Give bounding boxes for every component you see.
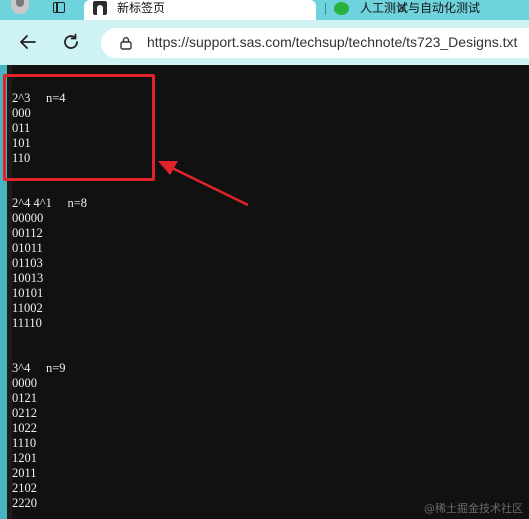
design-block: 3^4 n=9 0000 0121 0212 1022 1110 1201 20… <box>12 361 66 511</box>
browser-toolbar: https://support.sas.com/techsup/technote… <box>0 20 529 65</box>
tab-separator <box>325 3 326 15</box>
design-row: 1110 <box>12 436 37 450</box>
design-row: 2102 <box>12 481 37 495</box>
tab-strip: 新标签页 × 人工测试与自动化测试 <box>0 0 529 20</box>
address-bar[interactable]: https://support.sas.com/techsup/technote… <box>101 28 529 58</box>
design-row: 1022 <box>12 421 37 435</box>
tab-favicon-icon <box>334 1 349 15</box>
design-row: 00000 <box>12 211 44 225</box>
design-row: 0000 <box>12 376 37 390</box>
lock-icon[interactable] <box>119 36 133 50</box>
reload-icon <box>64 33 78 49</box>
design-header: 3^4 n=9 <box>12 361 66 375</box>
tab-new-tab[interactable]: 新标签页 × <box>84 0 408 20</box>
design-row: 10101 <box>12 286 44 300</box>
profile-avatar[interactable] <box>11 0 29 14</box>
tab-label: 人工测试与自动化测试 <box>360 0 481 15</box>
reload-button[interactable] <box>60 31 82 53</box>
design-row: 2220 <box>12 496 37 510</box>
annotation-arrow-icon <box>158 161 249 207</box>
design-row: 11110 <box>12 316 42 330</box>
watermark: @稀土掘金技术社区 <box>424 502 523 515</box>
tab-label: 新标签页 <box>117 0 166 15</box>
design-row: 11002 <box>12 301 43 315</box>
page-viewport: 2^3 n=4 000 011 101 110 2^4 4^1 n=8 0000… <box>0 65 529 519</box>
design-row: 01011 <box>12 241 43 255</box>
tab-testing-article[interactable]: 人工测试与自动化测试 <box>330 0 529 20</box>
url-text[interactable]: https://support.sas.com/techsup/technote… <box>147 34 517 50</box>
design-row: 00112 <box>12 226 43 240</box>
tab-favicon-icon <box>93 1 107 15</box>
design-row: 1201 <box>12 451 37 465</box>
design-row: 10013 <box>12 271 44 285</box>
tab-actions-icon[interactable] <box>53 2 65 13</box>
design-row: 2011 <box>12 466 37 480</box>
highlight-box <box>3 74 155 181</box>
back-arrow-icon <box>20 35 36 49</box>
design-block: 2^4 4^1 n=8 00000 00112 01011 01103 1001… <box>12 196 87 331</box>
design-row: 0121 <box>12 391 37 405</box>
design-row: 01103 <box>12 256 43 270</box>
back-button[interactable] <box>17 31 39 53</box>
design-header: 2^4 4^1 n=8 <box>12 196 88 210</box>
design-row: 0212 <box>12 406 37 420</box>
